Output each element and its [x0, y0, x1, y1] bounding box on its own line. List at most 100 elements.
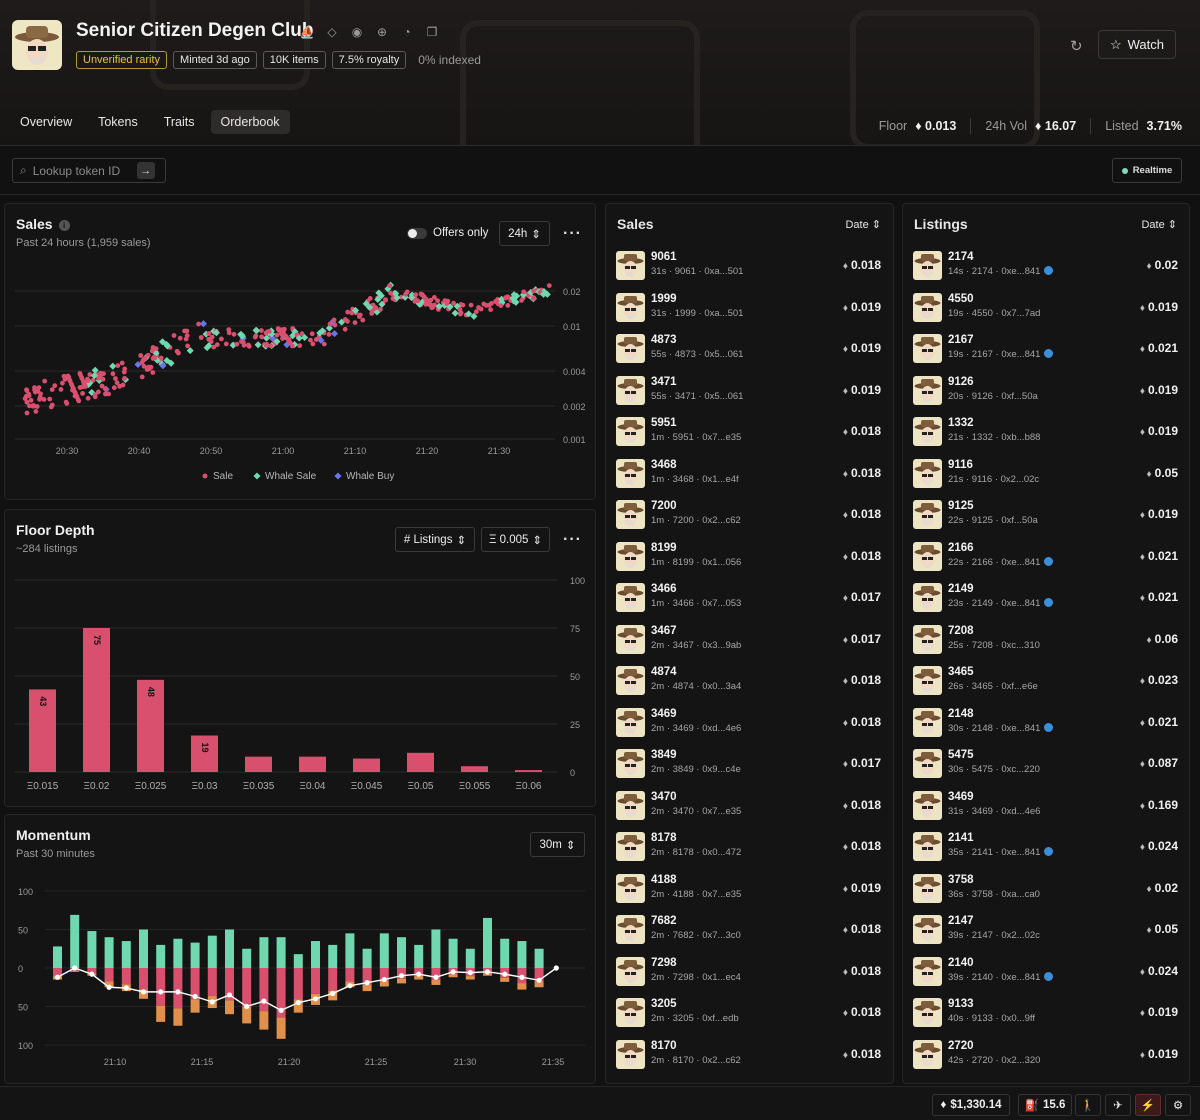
- sale-row[interactable]: 8199 1m · 8199 · 0x1...056 ♦ 0.018: [616, 539, 881, 581]
- buy-volume-bar[interactable]: [534, 948, 544, 968]
- sale-point[interactable]: [139, 374, 145, 380]
- sale-row[interactable]: 9061 31s · 9061 · 0xa...501 ♦ 0.018: [616, 248, 881, 290]
- depth-bar[interactable]: [83, 628, 110, 772]
- listing-row[interactable]: 2148 30s · 2148 · 0xe...841 ♦ 0.021: [913, 705, 1178, 747]
- walking-icon[interactable]: 🚶: [1075, 1094, 1101, 1116]
- buy-volume-bar[interactable]: [465, 948, 475, 968]
- diamond-icon[interactable]: ◇: [325, 25, 339, 39]
- listing-row[interactable]: 1332 21s · 1332 · 0xb...b88 ♦ 0.019: [913, 414, 1178, 456]
- sale-point[interactable]: [383, 297, 388, 303]
- depth-bar[interactable]: [191, 735, 218, 772]
- sale-point[interactable]: [387, 283, 393, 289]
- net-momentum-point[interactable]: [140, 989, 147, 995]
- sale-point[interactable]: [60, 380, 65, 386]
- net-momentum-point[interactable]: [278, 1007, 284, 1013]
- net-momentum-point[interactable]: [450, 969, 456, 975]
- sale-point[interactable]: [41, 397, 47, 402]
- listing-row[interactable]: 2167 19s · 2167 · 0xe...841 ♦ 0.021: [913, 331, 1178, 373]
- net-momentum-point[interactable]: [484, 969, 491, 975]
- sale-point[interactable]: [185, 343, 191, 349]
- net-momentum-point[interactable]: [261, 998, 267, 1004]
- listing-volume-bar[interactable]: [70, 970, 80, 972]
- listing-volume-bar[interactable]: [448, 974, 458, 978]
- buy-volume-bar[interactable]: [379, 933, 389, 968]
- sale-row[interactable]: 3471 55s · 3471 · 0x5...061 ♦ 0.019: [616, 373, 881, 415]
- sale-point[interactable]: [32, 389, 38, 395]
- sale-point[interactable]: [274, 332, 280, 338]
- sale-row[interactable]: 7298 2m · 7298 · 0x1...ec4 ♦ 0.018: [616, 954, 881, 996]
- whale-buy-point[interactable]: [330, 330, 339, 338]
- buy-volume-bar[interactable]: [70, 914, 80, 968]
- tab-traits[interactable]: Traits: [154, 110, 205, 134]
- sale-row[interactable]: 3466 1m · 3466 · 0x7...053 ♦ 0.017: [616, 580, 881, 622]
- buy-volume-bar[interactable]: [242, 948, 252, 968]
- sale-point[interactable]: [451, 300, 456, 306]
- sale-point[interactable]: [38, 391, 43, 397]
- plane-icon[interactable]: ✈: [1105, 1094, 1131, 1116]
- sale-point[interactable]: [85, 395, 91, 401]
- sale-point[interactable]: [327, 321, 333, 327]
- token-search-input[interactable]: [32, 163, 131, 178]
- sale-row[interactable]: 8178 2m · 8178 · 0x0...472 ♦ 0.018: [616, 829, 881, 871]
- listing-volume-bar[interactable]: [259, 1011, 269, 1030]
- sale-row[interactable]: 3468 1m · 3468 · 0x1...e4f ♦ 0.018: [616, 456, 881, 498]
- net-momentum-point[interactable]: [295, 1000, 301, 1006]
- buy-volume-bar[interactable]: [397, 937, 406, 968]
- sale-point[interactable]: [206, 336, 212, 342]
- explorer-icon[interactable]: ◔: [400, 25, 414, 39]
- sale-point[interactable]: [505, 303, 511, 308]
- sales-sort-button[interactable]: Date ⇕: [845, 218, 881, 231]
- net-momentum-point[interactable]: [330, 990, 336, 997]
- settings-gear-icon[interactable]: ⚙: [1165, 1094, 1191, 1116]
- sale-row[interactable]: 3470 2m · 3470 · 0x7...e35 ♦ 0.018: [616, 788, 881, 830]
- sale-point[interactable]: [234, 341, 240, 347]
- net-momentum-point[interactable]: [364, 980, 370, 986]
- sell-volume-bar[interactable]: [121, 968, 131, 985]
- sale-point[interactable]: [378, 307, 383, 312]
- sell-volume-bar[interactable]: [328, 968, 338, 991]
- whale-sale-point[interactable]: [254, 341, 262, 349]
- net-momentum-point[interactable]: [467, 970, 473, 976]
- sale-point[interactable]: [122, 376, 127, 381]
- net-momentum-point[interactable]: [226, 992, 233, 998]
- sell-volume-bar[interactable]: [242, 968, 252, 1007]
- sale-point[interactable]: [290, 343, 295, 349]
- listing-row[interactable]: 2141 35s · 2141 · 0xe...841 ♦ 0.024: [913, 829, 1178, 871]
- sale-point[interactable]: [49, 387, 55, 392]
- sale-point[interactable]: [103, 391, 108, 397]
- sale-point[interactable]: [345, 318, 350, 324]
- sell-volume-bar[interactable]: [139, 968, 148, 990]
- sale-point[interactable]: [426, 301, 432, 306]
- sale-point[interactable]: [460, 302, 466, 308]
- listing-row[interactable]: 2720 42s · 2720 · 0x2...320 ♦ 0.019: [913, 1037, 1178, 1079]
- sale-point[interactable]: [263, 343, 269, 348]
- net-momentum-point[interactable]: [89, 971, 95, 977]
- sale-point[interactable]: [531, 288, 536, 294]
- sale-point[interactable]: [484, 303, 489, 308]
- buy-volume-bar[interactable]: [87, 931, 97, 968]
- sale-row[interactable]: 5951 1m · 5951 · 0x7...e35 ♦ 0.018: [616, 414, 881, 456]
- sale-point[interactable]: [241, 339, 246, 345]
- net-momentum-point[interactable]: [398, 973, 405, 979]
- sale-point[interactable]: [231, 331, 237, 337]
- sale-point[interactable]: [92, 394, 98, 400]
- listing-volume-bar[interactable]: [431, 979, 441, 985]
- listing-volume-bar[interactable]: [242, 1006, 252, 1024]
- buy-volume-bar[interactable]: [414, 944, 424, 968]
- sale-point[interactable]: [445, 298, 451, 304]
- refresh-icon[interactable]: ↻: [1070, 37, 1083, 55]
- sale-row[interactable]: 3467 2m · 3467 · 0x3...9ab ♦ 0.017: [616, 622, 881, 664]
- sale-point[interactable]: [141, 363, 147, 369]
- sale-point[interactable]: [206, 331, 212, 336]
- sale-point[interactable]: [488, 307, 493, 312]
- sale-point[interactable]: [37, 396, 42, 402]
- sale-point[interactable]: [36, 385, 42, 390]
- sell-volume-bar[interactable]: [156, 968, 166, 1006]
- buy-volume-bar[interactable]: [276, 937, 286, 968]
- listings-sort-button[interactable]: Date ⇕: [1141, 218, 1177, 231]
- sale-point[interactable]: [297, 343, 303, 348]
- sale-point[interactable]: [286, 337, 292, 342]
- sale-point[interactable]: [310, 341, 316, 347]
- buy-volume-bar[interactable]: [225, 929, 234, 969]
- depth-bar[interactable]: [353, 758, 380, 772]
